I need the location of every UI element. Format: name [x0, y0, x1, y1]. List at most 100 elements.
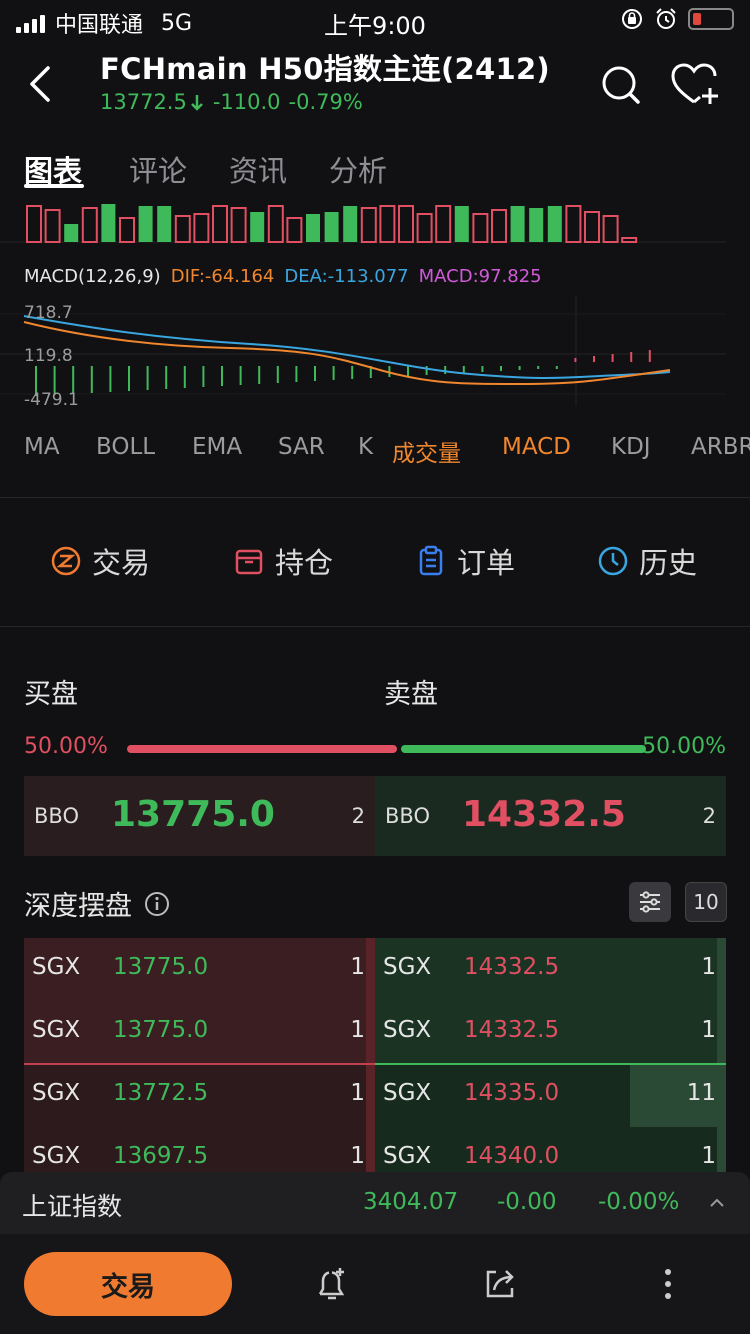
ask-price: 14335.0 [464, 1080, 560, 1106]
tab-comments[interactable]: 评论 [129, 148, 187, 190]
indicator-kdj[interactable]: KDJ [611, 434, 651, 460]
down-arrow-icon [190, 95, 203, 111]
more-icon[interactable] [648, 1264, 688, 1304]
bbo-ask[interactable]: BBO 14332.5 2 [375, 776, 726, 856]
volume-bar [212, 205, 228, 243]
trade-button[interactable]: 交易 [24, 1252, 232, 1316]
indicator-ema[interactable]: EMA [192, 434, 242, 460]
volume-bar [324, 212, 339, 242]
bid-row[interactable]: SGX 13775.0 1 [24, 938, 375, 1001]
bbo-ask-price: 14332.5 [462, 794, 626, 835]
indicator-arbr[interactable]: ARBR [691, 434, 750, 460]
ask-ratio-bar [401, 745, 646, 753]
ask-title: 卖盘 [384, 679, 438, 710]
depth-levels-button[interactable]: 10 [685, 882, 727, 922]
depth-title: 深度摆盘 [24, 891, 132, 922]
volume-bar [529, 208, 544, 242]
ask-row[interactable]: SGX 14332.5 1 [375, 938, 726, 1001]
macd-legend: MACD(12,26,9) DIF:-64.164 DEA:-113.077 M… [24, 266, 542, 287]
depth-settings-button[interactable] [629, 882, 671, 922]
chevron-up-icon[interactable] [708, 1196, 726, 1210]
bid-ratio-bar [127, 745, 397, 753]
volume-bar [454, 206, 469, 242]
bid-qty: 1 [350, 1143, 365, 1169]
bid-qty: 1 [350, 954, 365, 980]
volume-bar [267, 205, 284, 243]
favorite-add-icon[interactable] [670, 62, 720, 108]
order-action[interactable]: 订单 [415, 540, 515, 582]
volume-bar [26, 205, 42, 243]
bottom-bar: 交易 [0, 1234, 750, 1334]
ask-row[interactable]: SGX 14332.5 1 [375, 1001, 726, 1064]
depth-title-row: 深度摆盘 [24, 884, 170, 923]
indicator-boll[interactable]: BOLL [96, 434, 155, 460]
search-icon[interactable] [598, 62, 644, 108]
bid-row[interactable]: SGX 13772.5 1 [24, 1064, 375, 1127]
tab-bar: 图表 评论 资讯 分析 [0, 140, 750, 196]
volume-bar [138, 206, 153, 242]
filter-sliders-icon [640, 891, 660, 913]
bbo-label: BBO [34, 804, 79, 828]
volume-bar [398, 205, 414, 243]
macd-value: MACD:97.825 [418, 266, 542, 287]
exchange: SGX [383, 954, 432, 980]
alarm-icon [656, 8, 676, 29]
macd-axis-bottom: -479.1 [24, 390, 79, 410]
back-icon[interactable] [20, 60, 60, 108]
bid-row[interactable]: SGX 13697.5 1 [24, 1127, 375, 1174]
position-label: 持仓 [275, 546, 334, 580]
trade-label: 交易 [92, 546, 151, 580]
ask-price: 14332.5 [464, 954, 560, 980]
depth-table: SGX 13775.0 1 SGX 13775.0 1 SGX 13772.5 … [24, 938, 726, 1174]
indicator-ma[interactable]: MA [24, 434, 60, 460]
bid-row[interactable]: SGX 13775.0 1 [24, 1001, 375, 1064]
dea-line [23, 315, 671, 379]
bbo-bid[interactable]: BBO 13775.0 2 [24, 776, 375, 856]
history-label: 历史 [639, 546, 698, 580]
volume-bar [510, 206, 525, 242]
volume-bar [81, 207, 98, 243]
volume-bar [416, 213, 433, 243]
ask-row[interactable]: SGX 14335.0 11 [375, 1064, 726, 1127]
tab-news[interactable]: 资讯 [229, 148, 287, 190]
share-icon[interactable] [480, 1264, 520, 1304]
indicator-macd[interactable]: MACD [502, 434, 571, 460]
bid-qty: 1 [350, 1017, 365, 1043]
history-action[interactable]: 历史 [597, 540, 697, 582]
volume-bar [230, 207, 247, 243]
bid-price: 13697.5 [113, 1143, 209, 1169]
trade-action[interactable]: 交易 [50, 540, 150, 582]
indicator-k[interactable]: K [358, 434, 373, 460]
index-ticker[interactable]: 上证指数 3404.07 -0.00 -0.00% [0, 1172, 750, 1234]
ask-row[interactable]: SGX 14340.0 1 [375, 1127, 726, 1174]
tab-analysis[interactable]: 分析 [329, 148, 387, 190]
bid-ask-ratio: 50.00% 50.00% [24, 734, 726, 764]
macd-chart [0, 296, 726, 406]
exchange: SGX [383, 1017, 432, 1043]
bbo-bid-qty: 2 [351, 804, 365, 828]
volume-bar [435, 205, 452, 243]
volume-bar [343, 206, 358, 242]
position-icon [235, 549, 263, 575]
bid-title: 买盘 [24, 679, 78, 710]
volume-bar [584, 211, 600, 243]
action-row: 交易 持仓 订单 历史 [0, 530, 750, 600]
exchange: SGX [32, 1143, 81, 1169]
info-icon[interactable] [144, 891, 170, 917]
position-action[interactable]: 持仓 [233, 540, 333, 582]
index-change-pct: -0.00% [598, 1189, 680, 1215]
indicator-sar[interactable]: SAR [278, 434, 325, 460]
alert-add-icon[interactable] [312, 1264, 352, 1304]
divider [0, 626, 750, 627]
ask-qty: 1 [701, 1017, 716, 1043]
tab-active-underline [24, 184, 84, 188]
exchange: SGX [383, 1080, 432, 1106]
exchange: SGX [383, 1143, 432, 1169]
indicator-volume[interactable]: 成交量 [392, 434, 461, 468]
index-change: -0.00 [497, 1189, 557, 1215]
volume-bar [565, 205, 582, 243]
bid-price: 13772.5 [113, 1080, 209, 1106]
ask-price: 14332.5 [464, 1017, 560, 1043]
indicator-bar: MA BOLL EMA SAR K 成交量 MACD KDJ ARBR [0, 424, 750, 474]
bid-price: 13775.0 [113, 1017, 209, 1043]
